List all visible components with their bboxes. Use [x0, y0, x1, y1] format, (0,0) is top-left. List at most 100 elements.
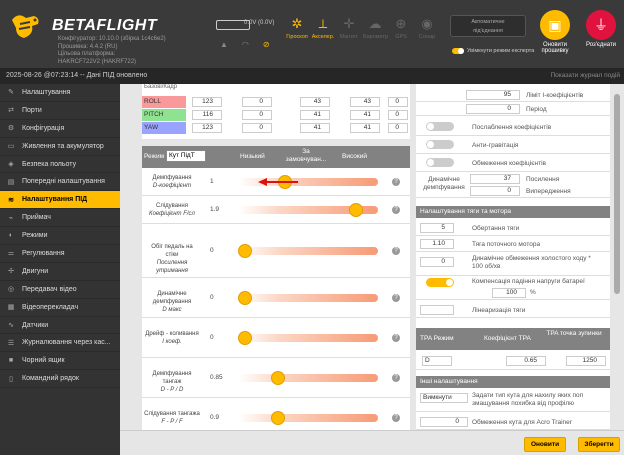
thrust-linear-row: Лінеаризація тяги — [416, 302, 610, 318]
help-icon[interactable]: ? — [392, 178, 400, 186]
auto-connect-select[interactable]: Автоматичне під'єднання — [450, 15, 526, 37]
sidebar-item-motors[interactable]: ✢ Двигуни — [0, 263, 120, 281]
scroll-thumb[interactable] — [614, 94, 620, 294]
slider-track[interactable] — [238, 203, 378, 217]
other-row: 0 Обмеження кута для Acro Trainer — [416, 414, 610, 430]
pid-pitch-i[interactable]: 0 — [242, 110, 272, 120]
sidebar-item-power[interactable]: ▭ Живлення та акумулятор — [0, 138, 120, 156]
slider-row: Слідування Коефіцієнт F/сл 1.9? — [142, 196, 410, 224]
slider-handle[interactable] — [238, 244, 252, 258]
help-icon[interactable]: ? — [392, 334, 400, 342]
gain-relax-switch[interactable] — [426, 122, 454, 131]
pid-pitch-f[interactable]: 0 — [388, 110, 408, 120]
voltage-comp-input[interactable]: 100 — [492, 288, 526, 298]
pid-roll-f[interactable]: 0 — [388, 97, 408, 107]
dynamic-damping-advance-input[interactable]: 0 — [470, 186, 520, 196]
slider-handle[interactable] — [270, 371, 285, 385]
sidebar-item-receiver[interactable]: ⌁ Приймач — [0, 209, 120, 228]
slider-mode-select[interactable]: Кут ПідТ — [166, 150, 206, 162]
sidebar-item-video-transmitter[interactable]: ◎ Передавач відео — [0, 281, 120, 299]
dynamic-damping-label: Динамічне демпфування — [423, 176, 465, 191]
voltage-comp-unit: % — [530, 289, 536, 296]
slider-handle[interactable] — [348, 203, 363, 217]
refresh-button[interactable]: Оновити — [524, 437, 566, 452]
sidebar-item-osd[interactable]: ▦ Відеоперекладач — [0, 299, 120, 317]
tpa-breakpoint-input[interactable]: 1250 — [566, 356, 606, 366]
flash-firmware-button[interactable]: ▣ Оновити прошивку — [535, 10, 575, 54]
slider-label: Обіг педаль на стіки Посилення утримання — [151, 244, 193, 274]
pid-pitch-d[interactable]: 41 — [300, 110, 330, 120]
disconnect-button[interactable]: ⏚ Роз'єднати — [581, 10, 621, 48]
pid-roll-i[interactable]: 0 — [242, 97, 272, 107]
anti-gravity-switch[interactable] — [426, 140, 454, 149]
sidebar-item-configuration[interactable]: ⚙ Конфігурація — [0, 120, 120, 138]
slider-track[interactable] — [238, 331, 378, 345]
sidebar-item-blackbox[interactable]: ■ Чорний ящик — [0, 352, 120, 371]
sidebar-item-failsafe[interactable]: ◈ Безпека польоту — [0, 156, 120, 174]
pid-roll-dmax[interactable]: 43 — [350, 97, 380, 107]
period-label: Період — [526, 106, 547, 113]
motor-label: Обертання тяги — [472, 225, 520, 232]
slider-track[interactable] — [238, 371, 378, 385]
sidebar-item-tethered-logging[interactable]: ☰ Журналювання через кас... — [0, 334, 120, 353]
slider-track[interactable] — [238, 244, 378, 258]
period-input[interactable]: 0 — [466, 104, 520, 114]
thrust-input[interactable]: 5 — [420, 223, 454, 233]
voltage-comp-switch[interactable] — [426, 278, 454, 287]
sidebar-item-cli[interactable]: ▯ Командний рядок — [0, 370, 120, 389]
sidebar-item-sensors[interactable]: ∿ Датчики — [0, 317, 120, 335]
expert-mode-switch[interactable] — [452, 48, 464, 54]
slider-handle[interactable] — [270, 411, 285, 425]
usb-plug-icon: ⏚ — [586, 10, 616, 40]
sidebar-item-setup[interactable]: ✎ Налаштування — [0, 84, 120, 102]
thrust-linear-input[interactable] — [420, 305, 454, 315]
sidebar-item-ports[interactable]: ⇄ Порти — [0, 102, 120, 120]
slider-track[interactable] — [238, 175, 378, 189]
dynamic-damping-gain-input[interactable]: 37 — [470, 174, 520, 184]
help-icon[interactable]: ? — [392, 247, 400, 255]
tpa-mode-select[interactable]: D — [422, 356, 452, 366]
acro-trainer-input[interactable]: 0 — [420, 417, 468, 427]
pid-yaw-f[interactable]: 0 — [388, 123, 408, 133]
sidebar-item-presets[interactable]: ▤ Попередні налаштування — [0, 173, 120, 192]
tpa-rate-input[interactable]: 0.65 — [506, 356, 546, 366]
slider-handle[interactable] — [238, 331, 252, 345]
content-scrollbar[interactable] — [611, 84, 624, 430]
motor-thrust-input[interactable]: 1.10 — [420, 239, 454, 249]
slider-handle[interactable] — [238, 291, 252, 305]
pid-roll-p[interactable]: 123 — [192, 97, 222, 107]
slider-track[interactable] — [238, 411, 378, 425]
help-icon[interactable]: ? — [392, 294, 400, 302]
switch-row: Послаблення коефіцієнтів — [416, 118, 610, 136]
sensor-accel: ⟂ Акселер. — [311, 16, 335, 40]
save-button[interactable]: Зберегти — [578, 437, 620, 452]
pid-pitch-p[interactable]: 116 — [192, 110, 222, 120]
wifi-icon: ◠ — [241, 40, 249, 49]
pid-yaw-p[interactable]: 123 — [192, 123, 222, 133]
slider-track[interactable] — [238, 291, 378, 305]
help-icon[interactable]: ? — [392, 206, 400, 214]
sensor-baro: ☁ Барометр — [363, 16, 389, 40]
slider-row: Демпфування тангаж D - P / D 0.85? — [142, 358, 410, 398]
motor-row: 1.10 Тяга поточного мотора — [416, 236, 610, 252]
slider-value: 0.9 — [210, 414, 220, 421]
sidebar-item-modes[interactable]: ◐ Режими — [0, 227, 120, 246]
pid-yaw-dmax[interactable]: 41 — [350, 123, 380, 133]
show-log-link[interactable]: Показати журнал подій — [550, 68, 620, 84]
pid-pitch-dmax[interactable]: 41 — [350, 110, 380, 120]
idle-limit-input[interactable]: 0 — [420, 257, 454, 267]
sensor-sonar: ◉ Сонар — [415, 14, 439, 52]
switch-label: Анти-гравітація — [472, 142, 519, 149]
pid-yaw-d[interactable]: 41 — [300, 123, 330, 133]
gain-limit-switch[interactable] — [426, 158, 454, 167]
angle-type-select[interactable]: Вимкнути — [420, 393, 468, 403]
pid-yaw-i[interactable]: 0 — [242, 123, 272, 133]
help-icon[interactable]: ? — [392, 414, 400, 422]
expert-mode-toggle[interactable]: Увімкнути режим експерта — [452, 48, 534, 54]
help-icon[interactable]: ? — [392, 374, 400, 382]
sidebar-item-adjustments[interactable]: ⚌ Регулювання — [0, 245, 120, 263]
ports-icon: ⇄ — [8, 107, 14, 115]
sidebar-item-pid-tuning[interactable]: ≋ Налаштування ПІД — [0, 191, 120, 210]
i-limit-input[interactable]: 95 — [466, 90, 520, 100]
pid-roll-d[interactable]: 43 — [300, 97, 330, 107]
